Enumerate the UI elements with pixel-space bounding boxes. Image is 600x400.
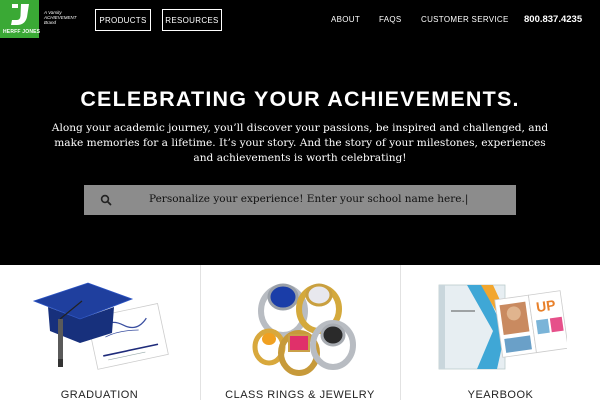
- nav-link-customer-service[interactable]: CUSTOMER SERVICE: [421, 15, 509, 24]
- brand-tagline: A Varsity ACHIEVEMENT Brand: [44, 10, 77, 26]
- hero-title: CELEBRATING YOUR ACHIEVEMENTS.: [80, 87, 520, 111]
- nav-link-faqs[interactable]: FAQS: [379, 15, 402, 24]
- nav-resources-button[interactable]: RESOURCES: [162, 9, 222, 31]
- product-label-graduation[interactable]: GRADUATION: [0, 389, 199, 400]
- product-label-class-rings[interactable]: CLASS RINGS & JEWELRY: [201, 389, 399, 400]
- product-label-yearbook[interactable]: YEARBOOK: [401, 389, 600, 400]
- hero-section: CELEBRATING YOUR ACHIEVEMENTS. Along you…: [0, 40, 600, 265]
- hero-copy: Along your academic journey, you’ll disc…: [51, 122, 549, 164]
- product-card-graduation[interactable]: GRADUATION: [0, 265, 199, 400]
- herff-jones-logo[interactable]: HERFF JONES: [0, 0, 41, 38]
- site-header: HERFF JONES A Varsity ACHIEVEMENT Brand …: [0, 0, 600, 40]
- product-card-class-rings[interactable]: CLASS RINGS & JEWELRY: [200, 265, 399, 400]
- nav-link-about[interactable]: ABOUT: [331, 15, 360, 24]
- logo-text: HERFF JONES: [3, 29, 41, 35]
- yearbook-image: UP: [438, 284, 567, 370]
- school-search-bar[interactable]: Personalize your experience! Enter your …: [84, 185, 516, 215]
- class-rings-image: [252, 283, 356, 376]
- svg-text:UP: UP: [535, 297, 556, 316]
- logo-mark-icon: [11, 4, 29, 25]
- search-icon[interactable]: [100, 194, 112, 206]
- phone-number[interactable]: 800.837.4235: [524, 14, 582, 25]
- school-search-input[interactable]: Personalize your experience! Enter your …: [149, 193, 468, 205]
- nav-products-button[interactable]: PRODUCTS: [95, 9, 151, 31]
- product-cards: GRADUATION CLASS RINGS & JEWELRY UP YEAR…: [0, 265, 600, 400]
- product-card-yearbook[interactable]: UP YEARBOOK: [400, 265, 600, 400]
- graduation-cap-image: [32, 282, 169, 370]
